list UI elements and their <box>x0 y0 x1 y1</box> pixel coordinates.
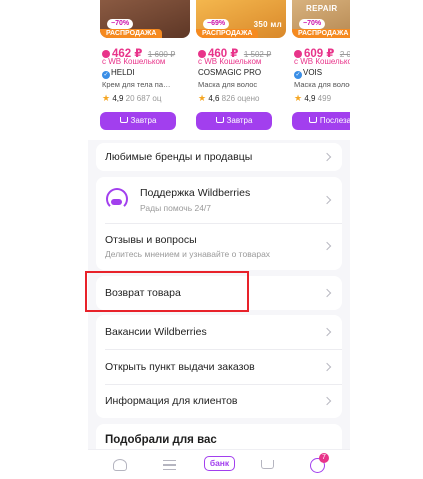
recommendations-title: Подобрали для вас <box>105 434 217 446</box>
support-title: Поддержка Wildberries <box>140 187 251 199</box>
home-icon <box>113 459 127 471</box>
chevron-right-icon <box>322 241 332 251</box>
wallet-note: с WB Кошельком <box>294 57 350 66</box>
vacancies-label: Вакансии Wildberries <box>105 326 207 338</box>
chevron-right-icon <box>322 195 332 205</box>
chevron-right-icon <box>322 288 332 298</box>
delivery-label: Завтра <box>130 116 157 125</box>
wallet-note: с WB Кошельком <box>198 57 262 66</box>
support-row[interactable]: Поддержка Wildberries Рады помочь 24/7 <box>96 177 342 223</box>
delivery-label: Завтра <box>226 116 253 125</box>
product-name[interactable]: Маска для волос <box>198 80 286 89</box>
pickup-row[interactable]: Открыть пункт выдачи заказов <box>96 350 342 384</box>
discount-badge: −70% <box>299 19 326 29</box>
add-to-cart-button[interactable]: Завтра <box>100 112 176 130</box>
wallet-note: с WB Кошельком <box>102 57 166 66</box>
reviews-row[interactable]: Отзывы и вопросы Делитесь мнением и узна… <box>96 224 342 270</box>
brand: ✓ HELDI <box>102 68 135 79</box>
product-image[interactable]: −70% РАСПРОДАЖА <box>100 0 190 38</box>
pickup-label: Открыть пункт выдачи заказов <box>105 361 255 373</box>
rating: ★ 4,6 826 оцено <box>198 93 260 104</box>
reviews-count: 826 оцено <box>221 94 260 103</box>
brand-name: VOIS <box>303 68 323 77</box>
chevron-right-icon <box>322 152 332 162</box>
sale-badge: РАСПРОДАЖА <box>100 29 162 38</box>
profile-tab[interactable]: 7 <box>308 453 329 474</box>
headset-icon <box>106 188 128 210</box>
product-carousel[interactable]: −70% РАСПРОДАЖА 462 ₽ 1 600 ₽ с WB Кошел… <box>88 0 350 140</box>
rating: ★ 4,9 499 <box>294 93 331 104</box>
product-label-text: 350 мл <box>253 20 282 29</box>
home-search-tab[interactable] <box>110 456 130 474</box>
discount-badge: −69% <box>203 19 230 29</box>
highlight-box <box>85 271 249 312</box>
reviews-count: 20 687 оц <box>125 94 162 103</box>
rating-value: 4,6 <box>208 94 220 103</box>
rating-value: 4,9 <box>112 94 124 103</box>
reviews-subtitle: Делитесь мнением и узнавайте о товарах <box>105 249 271 259</box>
vacancies-row[interactable]: Вакансии Wildberries <box>96 315 342 349</box>
product-name[interactable]: Крем для тела па… <box>102 80 190 89</box>
add-to-cart-button[interactable]: Завтра <box>196 112 272 130</box>
brand: COSMAGIC PRO <box>198 68 261 77</box>
sale-badge: РАСПРОДАЖА <box>196 29 258 38</box>
menu-icon <box>163 460 176 470</box>
support-subtitle: Рады помочь 24/7 <box>140 203 212 213</box>
cart-icon <box>308 117 317 123</box>
star-icon: ★ <box>198 93 207 103</box>
support-section: Поддержка Wildberries Рады помочь 24/7 О… <box>96 177 342 270</box>
clients-info-row[interactable]: Информация для клиентов <box>96 385 342 418</box>
chevron-right-icon <box>322 327 332 337</box>
add-to-cart-button[interactable]: Послеза <box>292 112 350 130</box>
info-section: Вакансии Wildberries Открыть пункт выдач… <box>96 315 342 418</box>
favorite-brands-row[interactable]: Любимые бренды и продавцы <box>96 143 342 171</box>
star-icon: ★ <box>102 93 111 103</box>
brand-name: COSMAGIC PRO <box>198 68 262 77</box>
chevron-right-icon <box>322 396 332 406</box>
brand: ✓ VOIS <box>294 68 322 79</box>
clients-info-label: Информация для клиентов <box>105 395 238 407</box>
star-icon: ★ <box>294 93 303 103</box>
cart-icon <box>119 117 128 123</box>
product-image[interactable]: −69% РАСПРОДАЖА 350 мл <box>196 0 286 38</box>
delivery-label: Послеза <box>319 116 350 125</box>
discount-badge: −70% <box>107 19 134 29</box>
reviews-count: 499 <box>317 94 332 103</box>
rating-value: 4,9 <box>304 94 316 103</box>
cart-icon <box>261 460 274 469</box>
sale-badge: РАСПРОДАЖА <box>292 29 350 38</box>
notification-badge: 7 <box>319 453 329 463</box>
favorite-brands-label: Любимые бренды и продавцы <box>105 151 253 163</box>
brand-name: HELDI <box>111 68 135 77</box>
product-label-text: REPAIR <box>306 4 338 13</box>
app-screen: −70% РАСПРОДАЖА 462 ₽ 1 600 ₽ с WB Кошел… <box>88 0 350 479</box>
bottom-nav: банк 7 <box>88 449 350 479</box>
catalog-tab[interactable] <box>160 456 180 474</box>
product-name[interactable]: Маска для волос <box>294 80 350 89</box>
cart-icon <box>215 117 224 123</box>
reviews-title: Отзывы и вопросы <box>105 234 197 246</box>
cart-tab[interactable] <box>258 456 278 474</box>
verified-icon: ✓ <box>294 71 302 79</box>
rating: ★ 4,9 20 687 оц <box>102 93 161 104</box>
chevron-right-icon <box>322 362 332 372</box>
product-image[interactable]: −70% РАСПРОДАЖА REPAIR <box>292 0 350 38</box>
bank-tab[interactable]: банк <box>204 456 235 471</box>
verified-icon: ✓ <box>102 71 110 79</box>
